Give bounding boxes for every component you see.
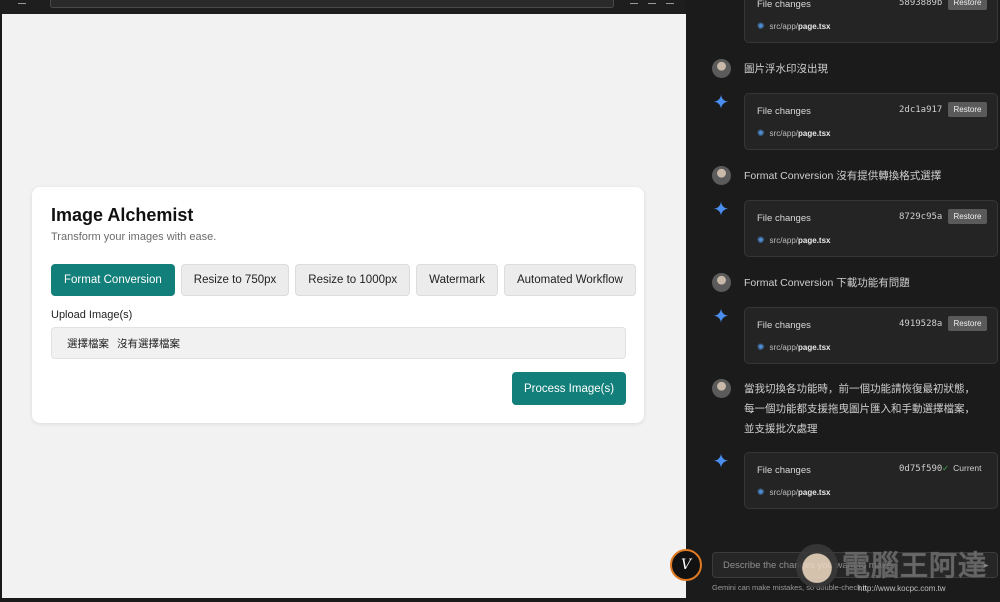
tab-automated-workflow[interactable]: Automated Workflow (503, 264, 636, 296)
user-message: 當我切換各功能時，前一個功能請恢復最初狀態， 每一個功能都支援拖曳圖片匯入和手動… (744, 379, 975, 439)
changed-file[interactable]: ✺ src/app/page.tsx (757, 128, 830, 139)
commit-hash: 4919528a (899, 319, 943, 329)
file-changes-title: File changes (757, 213, 811, 224)
changed-file[interactable]: ✺ src/app/page.tsx (757, 235, 830, 246)
restore-button[interactable]: Restore (948, 102, 987, 117)
watermark-text: 電腦王阿達 (841, 550, 988, 582)
toolbar-icon[interactable] (666, 0, 674, 4)
file-dir: src/app/ (769, 129, 799, 138)
commit-hash: 8729c95a (899, 212, 943, 222)
check-icon: ✓ (942, 463, 950, 473)
file-dir: src/app/ (769, 22, 799, 31)
tab-resize-750[interactable]: Resize to 750px (180, 264, 290, 296)
message-line: 圖片浮水印沒出現 (744, 63, 828, 75)
file-changes-card: File changes 0d75f590 ✓ Current ✺ src/app… (744, 452, 998, 509)
user-avatar (712, 59, 731, 78)
file-dir: src/app/ (769, 236, 799, 245)
file-name: page.tsx (798, 22, 831, 31)
file-dir: src/app/ (769, 343, 799, 352)
file-input[interactable]: 選擇檔案 沒有選擇檔案 (51, 327, 626, 359)
watermark-url: http://www.kocpc.com.tw (858, 584, 946, 593)
react-file-icon: ✺ (757, 487, 765, 497)
site-watermark: 電腦王阿達 http://www.kocpc.com.tw (796, 540, 996, 600)
gemini-sparkle-icon: ✦ (712, 199, 730, 221)
message-line: 當我切換各功能時，前一個功能請恢復最初狀態， (744, 383, 975, 395)
user-message: Format Conversion 下載功能有問題 (744, 273, 910, 293)
react-file-icon: ✺ (757, 342, 765, 352)
current-version-badge: ✓ Current (942, 463, 981, 474)
upload-label: Upload Image(s) (51, 309, 133, 321)
user-avatar (712, 273, 731, 292)
file-changes-card: File changes 5893889b Restore ✺ src/app/… (744, 0, 998, 43)
message-line: Format Conversion 沒有提供轉換格式選擇 (744, 170, 942, 182)
file-changes-title: File changes (757, 320, 811, 331)
menu-icon[interactable] (18, 0, 26, 4)
choose-file-button[interactable]: 選擇檔案 (67, 336, 109, 351)
file-changes-card: File changes 8729c95a Restore ✺ src/app/… (744, 200, 998, 257)
feature-tabs: Format Conversion Resize to 750px Resize… (51, 264, 636, 296)
react-file-icon: ✺ (757, 235, 765, 245)
file-name: page.tsx (798, 129, 831, 138)
file-changes-title: File changes (757, 0, 811, 10)
file-changes-title: File changes (757, 465, 811, 476)
restore-button[interactable]: Restore (948, 209, 987, 224)
changed-file[interactable]: ✺ src/app/page.tsx (757, 342, 830, 353)
toolbar-icon[interactable] (630, 0, 638, 4)
commit-hash: 2dc1a917 (899, 105, 943, 115)
tab-format-conversion[interactable]: Format Conversion (51, 264, 175, 296)
file-changes-card: File changes 4919528a Restore ✺ src/app/… (744, 307, 998, 364)
tab-watermark[interactable]: Watermark (416, 264, 498, 296)
app-subtitle: Transform your images with ease. (51, 231, 217, 243)
app-title: Image Alchemist (51, 205, 194, 225)
process-images-button[interactable]: Process Image(s) (512, 372, 626, 405)
message-line: Format Conversion 下載功能有問題 (744, 277, 910, 289)
file-name: page.tsx (798, 343, 831, 352)
file-name: page.tsx (798, 488, 831, 497)
current-label: Current (953, 463, 982, 473)
address-bar[interactable] (50, 0, 614, 8)
gemini-sparkle-icon: ✦ (712, 451, 730, 473)
commit-hash: 0d75f590 (899, 464, 943, 474)
mascot-icon (796, 544, 838, 588)
gemini-sparkle-icon: ✦ (712, 92, 730, 114)
restore-button[interactable]: Restore (948, 0, 987, 10)
image-alchemist-card: Image Alchemist Transform your images wi… (32, 187, 644, 423)
browser-top-bar (0, 0, 686, 14)
changed-file[interactable]: ✺ src/app/page.tsx (757, 487, 830, 498)
gemini-sparkle-icon: ✦ (712, 306, 730, 328)
message-line: 每一個功能都支援拖曳圖片匯入和手動選擇檔案， (744, 403, 975, 415)
app-preview: Image Alchemist Transform your images wi… (2, 14, 686, 598)
file-changes-card: File changes 2dc1a917 Restore ✺ src/app/… (744, 93, 998, 150)
message-line: 並支援批次處理 (744, 423, 818, 435)
user-message: 圖片浮水印沒出現 (744, 59, 828, 79)
user-avatar (712, 166, 731, 185)
tab-resize-1000[interactable]: Resize to 1000px (295, 264, 411, 296)
restore-button[interactable]: Restore (948, 316, 987, 331)
react-file-icon: ✺ (757, 128, 765, 138)
changed-file[interactable]: ✺ src/app/page.tsx (757, 21, 830, 32)
user-avatar (712, 379, 731, 398)
file-dir: src/app/ (769, 488, 799, 497)
react-file-icon: ✺ (757, 21, 765, 31)
file-status: 沒有選擇檔案 (117, 337, 180, 350)
commit-hash: 5893889b (899, 0, 943, 8)
toolbar-icon[interactable] (648, 0, 656, 4)
file-name: page.tsx (798, 236, 831, 245)
app-logo-icon[interactable]: V (670, 549, 702, 581)
file-changes-title: File changes (757, 106, 811, 117)
user-message: Format Conversion 沒有提供轉換格式選擇 (744, 166, 941, 186)
chat-panel (686, 0, 1000, 602)
